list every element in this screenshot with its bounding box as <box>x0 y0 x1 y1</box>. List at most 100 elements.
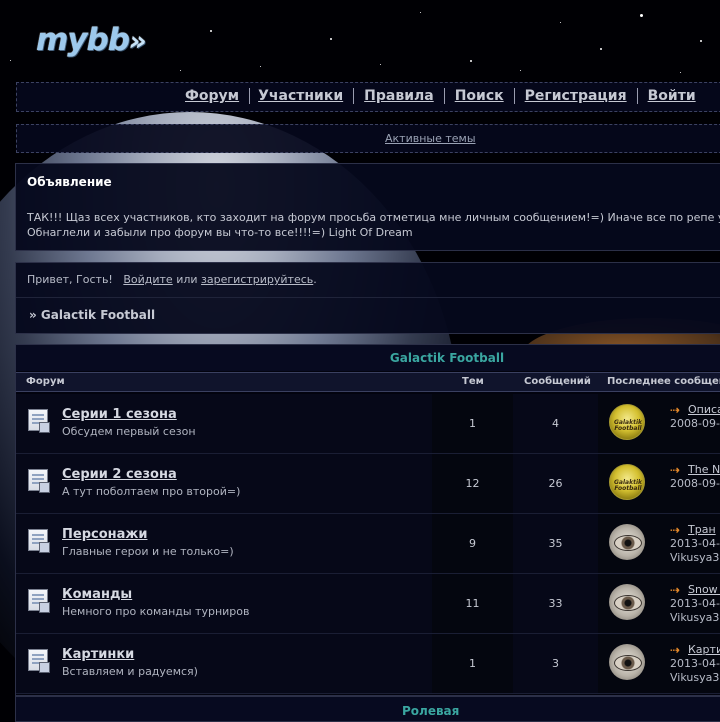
forum-name-link[interactable]: Серии 2 сезона <box>62 467 177 482</box>
register-link[interactable]: зарегистрируйтесь <box>201 273 313 286</box>
nav-register-link[interactable]: Регистрация <box>513 88 637 104</box>
login-link[interactable]: Войдите <box>123 273 172 286</box>
galactik-football-avatar[interactable] <box>609 464 645 500</box>
divider <box>16 297 720 298</box>
logo-arrows-icon: » <box>128 26 147 57</box>
or-text: или <box>176 273 198 286</box>
forum-status-icon <box>28 649 50 673</box>
last-post-date: 2013-04-07 <box>670 597 720 610</box>
last-post-date: 2013-04-07 <box>670 537 720 550</box>
arrow-right-icon[interactable]: ⇢ <box>670 643 680 657</box>
last-post-link[interactable]: Описани <box>688 403 720 416</box>
welcome-line: Привет, Гость! Войдите или зарегистрируй… <box>27 273 317 286</box>
nav-search-link[interactable]: Поиск <box>443 88 514 104</box>
forum-name-link[interactable]: Команды <box>62 587 132 602</box>
posts-count: 3 <box>552 657 559 670</box>
galactik-football-avatar[interactable] <box>609 404 645 440</box>
topics-count: 9 <box>469 537 476 550</box>
last-post-link[interactable]: Тран <box>688 523 716 536</box>
eye-avatar[interactable] <box>609 584 645 620</box>
arrow-right-icon[interactable]: ⇢ <box>670 463 680 477</box>
last-post-link[interactable]: The New <box>688 463 720 476</box>
forum-description: Главные герои и не только=) <box>62 545 234 558</box>
last-post-cell: ⇢ The New2008-09-27 <box>598 454 720 513</box>
forum-description: Вставляем и радуемся) <box>62 665 198 678</box>
last-post-author[interactable]: Vikusya3223 <box>670 611 720 624</box>
logo-text: mybb <box>36 22 130 58</box>
breadcrumb[interactable]: » Galactik Football <box>29 308 155 322</box>
last-post-date: 2008-09-27 <box>670 417 720 430</box>
last-post-link[interactable]: КартинП <box>688 643 720 656</box>
forum-cell: Серии 2 сезона А тут поболтаем про второй… <box>16 454 432 513</box>
posts-cell: 33 <box>513 574 598 633</box>
posts-cell: 3 <box>513 634 598 693</box>
welcome-box: Привет, Гость! Войдите или зарегистрируй… <box>15 262 720 334</box>
arrow-right-icon[interactable]: ⇢ <box>670 583 680 597</box>
announcement-title: Объявление <box>27 175 112 189</box>
topics-count: 11 <box>465 597 480 610</box>
topics-count: 1 <box>469 657 476 670</box>
forum-name-link[interactable]: Персонажи <box>62 527 147 542</box>
eye-avatar[interactable] <box>609 524 645 560</box>
posts-cell: 35 <box>513 514 598 573</box>
forum-row: Команды Немного про команды турниров 11 33 ⇢… <box>16 574 720 634</box>
column-posts: Сообщений <box>524 376 591 387</box>
topics-cell: 12 <box>432 454 513 513</box>
column-forum: Форум <box>26 376 65 387</box>
mybb-logo[interactable]: mybb» <box>36 22 147 58</box>
forum-description: А тут поболтаем про второй=) <box>62 485 241 498</box>
last-post-date: 2008-09-27 <box>670 477 720 490</box>
last-post-cell: ⇢ Описани2008-09-27 <box>598 394 720 453</box>
announcement-text: ТАК!!! Щаз всех участников, кто заходит … <box>27 211 720 239</box>
guest-greeting: Привет, Гость! <box>27 273 113 286</box>
forum-description: Немного про команды турниров <box>62 605 250 618</box>
arrow-right-icon[interactable]: ⇢ <box>670 523 680 537</box>
period-text: . <box>313 273 317 286</box>
last-post-author[interactable]: Vikusya3223 <box>670 551 720 564</box>
next-category-title[interactable]: Ролевая <box>402 704 459 718</box>
main-navigation: Форум Участники Правила Поиск Регистраци… <box>16 82 720 112</box>
nav-members-link[interactable]: Участники <box>249 88 353 104</box>
forum-cell: Картинки Вставляем и радуемся) <box>16 634 432 693</box>
topics-cell: 1 <box>432 634 513 693</box>
forum-row: Серии 1 сезона Обсудем первый сезон 1 4 ⇢ Опи… <box>16 394 720 454</box>
category-title-bar: Galactik Football <box>16 345 720 371</box>
column-topics: Тем <box>462 376 484 387</box>
forum-row: Персонажи Главные герои и не только=) 9 35 ⇢… <box>16 514 720 574</box>
posts-count: 35 <box>548 537 563 550</box>
eye-avatar[interactable] <box>609 644 645 680</box>
forum-status-icon <box>28 529 50 553</box>
active-topics-link[interactable]: Активные темы <box>385 125 476 152</box>
last-post-link[interactable]: Snow Kid <box>688 583 720 596</box>
forum-cell: Серии 1 сезона Обсудем первый сезон <box>16 394 432 453</box>
nav-forum-link[interactable]: Форум <box>185 88 249 104</box>
announcement-box: Объявление ТАК!!! Щаз всех участников, к… <box>15 163 720 251</box>
topics-cell: 11 <box>432 574 513 633</box>
last-post-cell: ⇢ КартинП2013-04-07Vikusya3223 <box>598 634 720 693</box>
topics-count: 1 <box>469 417 476 430</box>
arrow-right-icon[interactable]: ⇢ <box>670 403 680 417</box>
topics-cell: 9 <box>432 514 513 573</box>
forum-cell: Персонажи Главные герои и не только=) <box>16 514 432 573</box>
posts-cell: 4 <box>513 394 598 453</box>
nav-login-link[interactable]: Войти <box>636 88 706 104</box>
next-category-bar: Ролевая <box>15 696 720 722</box>
forum-row: Серии 2 сезона А тут поболтаем про второй… <box>16 454 720 514</box>
column-last-post: Последнее сообщен <box>607 376 720 387</box>
forum-status-icon <box>28 589 50 613</box>
posts-count: 33 <box>548 597 563 610</box>
forum-name-link[interactable]: Серии 1 сезона <box>62 407 177 422</box>
posts-cell: 26 <box>513 454 598 513</box>
posts-count: 4 <box>552 417 559 430</box>
forum-category-table: Galactik Football Форум Тем Сообщений По… <box>15 344 720 696</box>
table-header: Форум Тем Сообщений Последнее сообщен <box>16 372 720 392</box>
last-post-cell: ⇢ Snow Kid2013-04-07Vikusya3223 <box>598 574 720 633</box>
last-post-author[interactable]: Vikusya3223 <box>670 671 720 684</box>
nav-rules-link[interactable]: Правила <box>353 88 444 104</box>
posts-count: 26 <box>548 477 563 490</box>
last-post-cell: ⇢ Тран2013-04-07Vikusya3223 <box>598 514 720 573</box>
forum-description: Обсудем первый сезон <box>62 425 196 438</box>
forum-status-icon <box>28 409 50 433</box>
category-title[interactable]: Galactik Football <box>302 345 592 371</box>
forum-name-link[interactable]: Картинки <box>62 647 134 662</box>
